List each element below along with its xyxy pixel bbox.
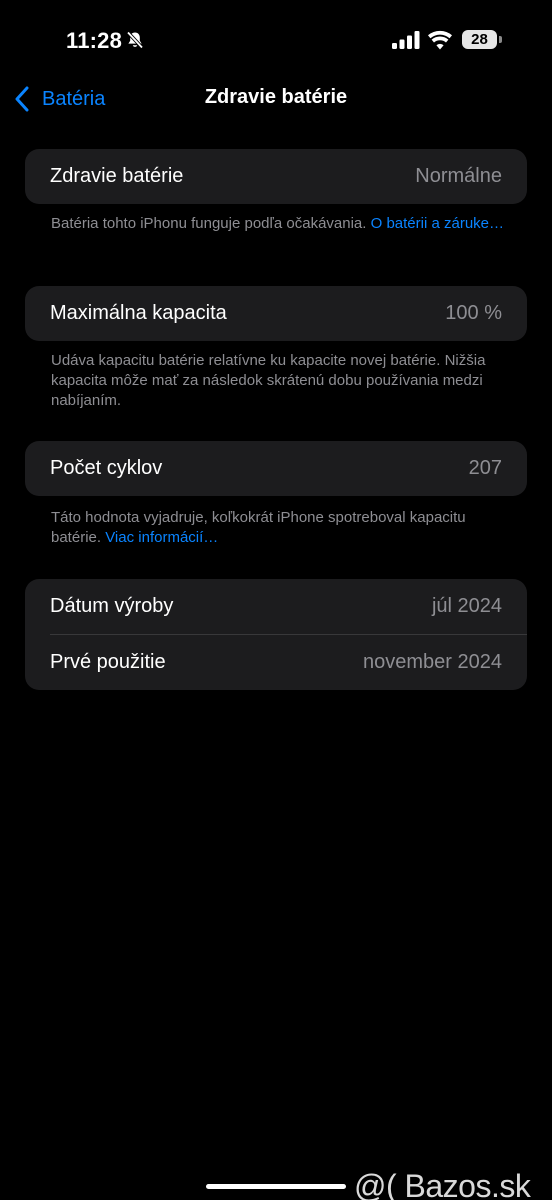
battery-health-value: Normálne bbox=[415, 165, 502, 187]
bazos-watermark: @( Bazos.sk bbox=[354, 1168, 531, 1200]
battery-warranty-link[interactable]: O batérii a záruke… bbox=[371, 215, 504, 232]
more-info-link[interactable]: Viac informácií… bbox=[105, 529, 218, 546]
battery-icon: 28 bbox=[462, 30, 497, 49]
max-capacity-row: Maximálna kapacita 100 % bbox=[25, 286, 527, 341]
max-capacity-label: Maximálna kapacita bbox=[50, 302, 227, 324]
cycle-count-label: Počet cyklov bbox=[50, 457, 163, 479]
wifi-icon bbox=[428, 30, 452, 50]
cycle-count-value: 207 bbox=[468, 457, 502, 479]
battery-health-footnote: Batéria tohto iPhonu funguje podľa očaká… bbox=[51, 214, 511, 234]
battery-health-card: Zdravie batérie Normálne bbox=[25, 149, 527, 204]
manufacture-date-value: júl 2024 bbox=[431, 595, 502, 617]
battery-level: 28 bbox=[471, 31, 488, 48]
battery-health-screen: 11:28 28 Batéria Zdravie batérie Zdravie… bbox=[0, 0, 552, 1200]
home-indicator[interactable] bbox=[206, 1184, 346, 1189]
max-capacity-footnote-text: Udáva kapacitu batérie relatívne ku kapa… bbox=[51, 352, 486, 409]
cycle-count-row: Počet cyklov 207 bbox=[25, 441, 527, 496]
first-use-label: Prvé použitie bbox=[50, 651, 166, 673]
battery-health-footnote-text: Batéria tohto iPhonu funguje podľa očaká… bbox=[51, 215, 371, 232]
dates-card: Dátum výroby júl 2024 Prvé použitie nove… bbox=[25, 579, 527, 690]
cellular-signal-icon bbox=[392, 31, 420, 49]
cycle-count-footnote: Táto hodnota vyjadruje, koľkokrát iPhone… bbox=[51, 508, 511, 548]
max-capacity-footnote: Udáva kapacitu batérie relatívne ku kapa… bbox=[51, 351, 511, 411]
first-use-value: november 2024 bbox=[363, 651, 502, 673]
max-capacity-card: Maximálna kapacita 100 % bbox=[25, 286, 527, 341]
battery-tip bbox=[499, 36, 502, 43]
first-use-row: Prvé použitie november 2024 bbox=[25, 635, 527, 690]
max-capacity-value: 100 % bbox=[445, 302, 502, 324]
manufacture-date-row: Dátum výroby júl 2024 bbox=[25, 579, 527, 634]
status-time: 11:28 bbox=[66, 28, 123, 53]
page-title: Zdravie batérie bbox=[204, 86, 348, 108]
cycle-count-card: Počet cyklov 207 bbox=[25, 441, 527, 496]
battery-health-row: Zdravie batérie Normálne bbox=[25, 149, 527, 204]
battery-health-label: Zdravie batérie bbox=[50, 165, 184, 187]
bell-slash-icon bbox=[126, 31, 144, 49]
manufacture-date-label: Dátum výroby bbox=[50, 595, 174, 617]
